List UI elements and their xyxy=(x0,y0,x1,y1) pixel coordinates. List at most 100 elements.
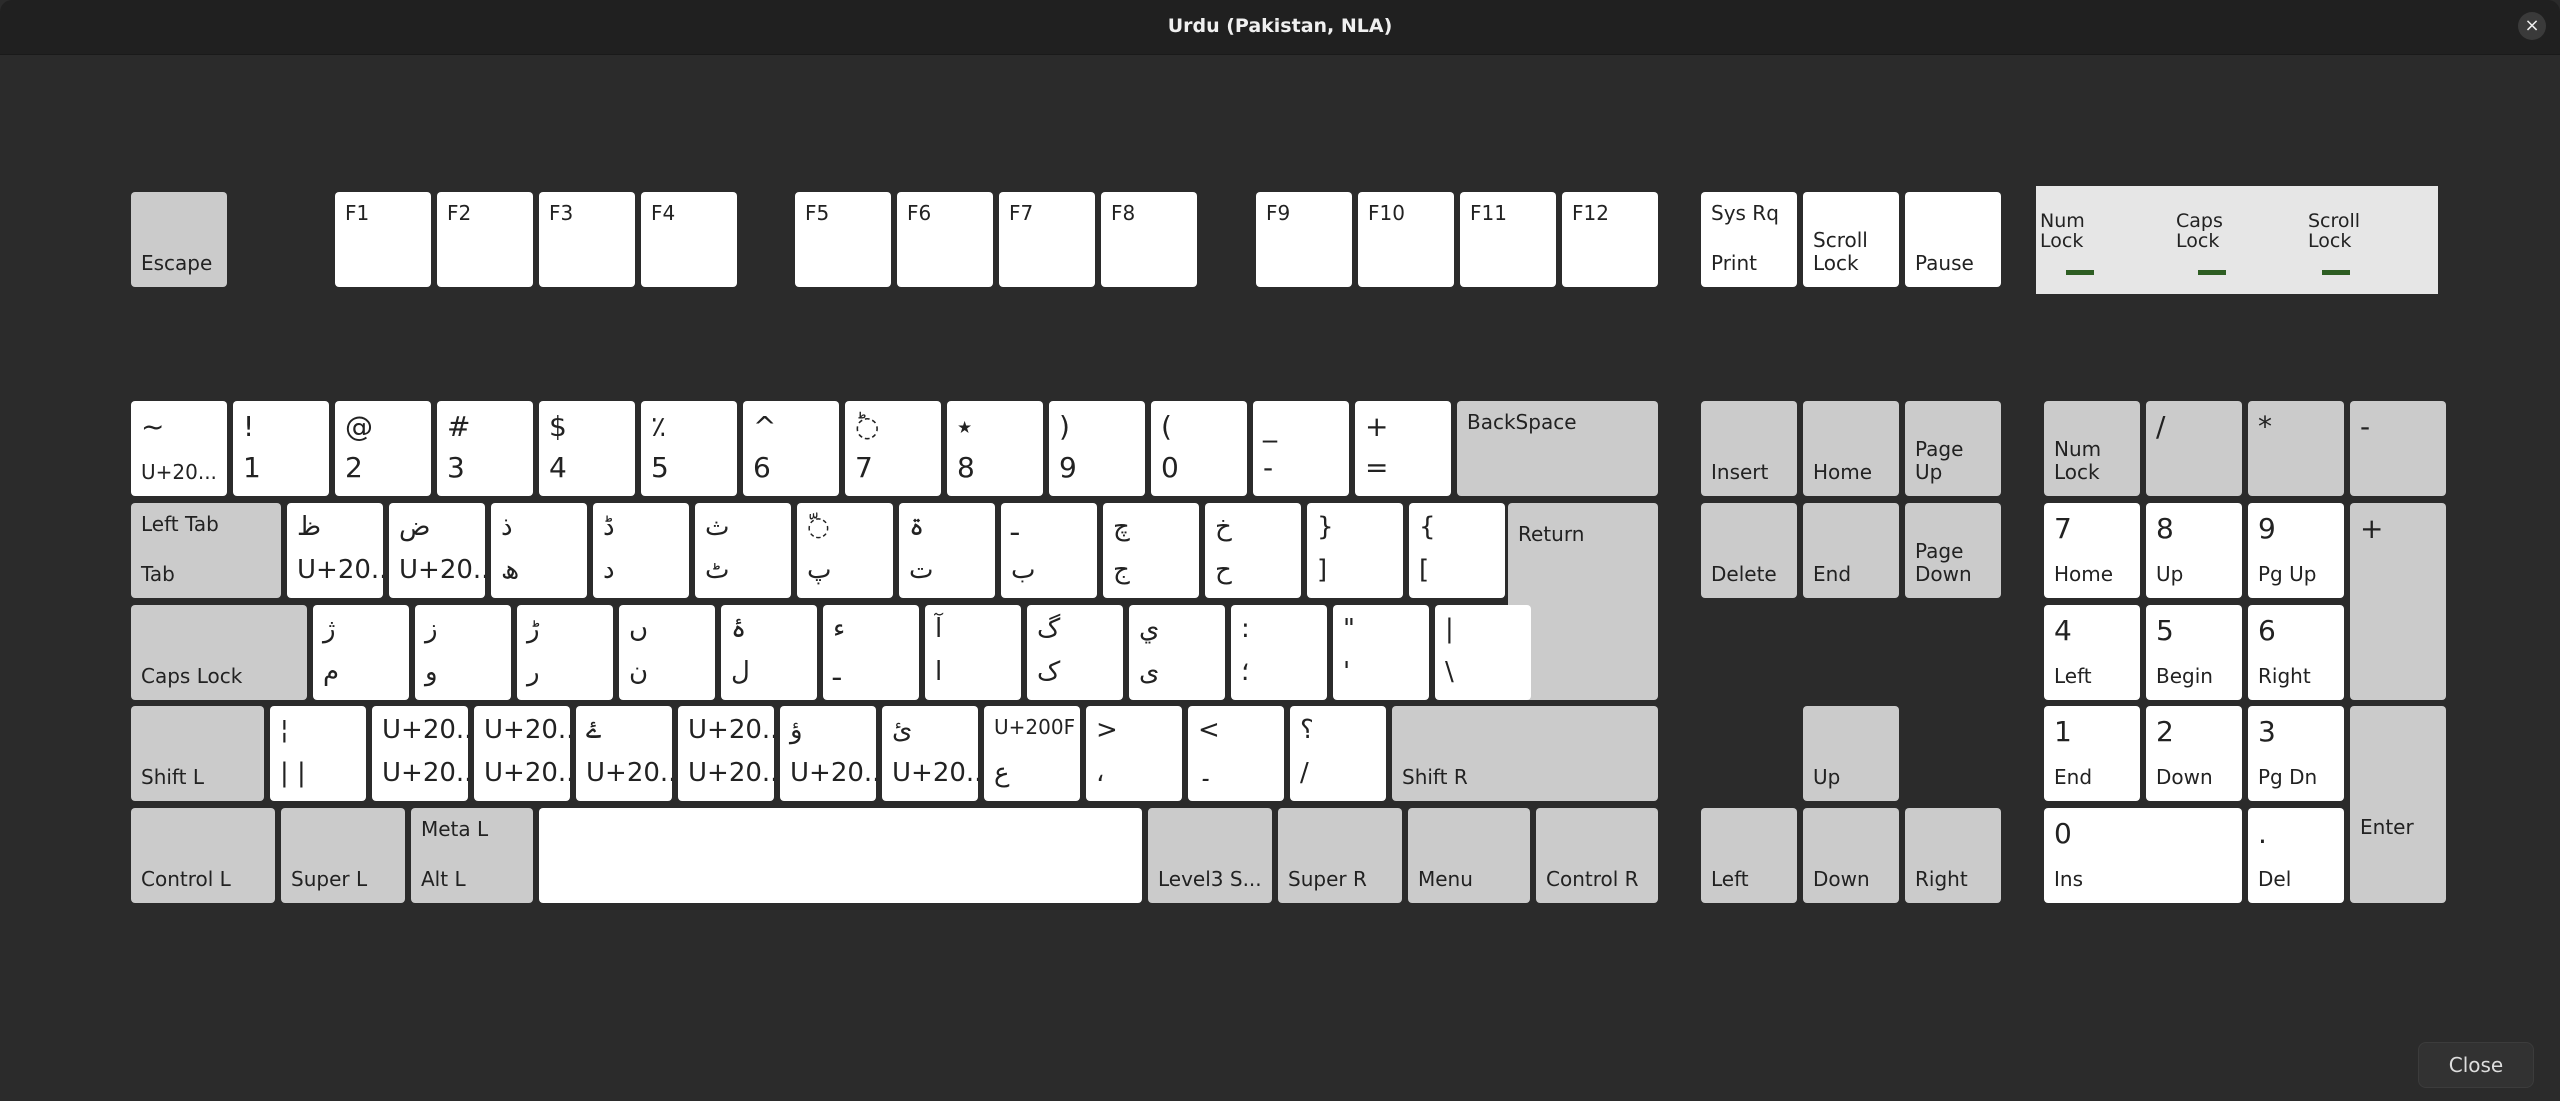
end-key[interactable]: End xyxy=(1803,503,1899,598)
z-row-key[interactable]: ؤ U+20... xyxy=(780,706,876,801)
z-row-key[interactable]: ئ U+20... xyxy=(882,706,978,801)
control-r-key[interactable]: Control R xyxy=(1536,808,1658,903)
f1-key[interactable]: F1 xyxy=(335,192,431,287)
f8-key[interactable]: F8 xyxy=(1101,192,1197,287)
insert-key[interactable]: Insert xyxy=(1701,401,1797,496)
tab-key[interactable]: Left Tab Tab xyxy=(131,503,281,598)
f11-key[interactable]: F11 xyxy=(1460,192,1556,287)
shift-r-key[interactable]: Shift R xyxy=(1392,706,1658,801)
kp-enter-key[interactable]: Enter xyxy=(2350,706,2446,903)
z-row-key[interactable]: ۓ U+20... xyxy=(576,706,672,801)
z-row-key[interactable]: ¦ | | xyxy=(270,706,366,801)
level3-shift-key[interactable]: Level3 S... xyxy=(1148,808,1272,903)
kp-numlock-key[interactable]: Num Lock xyxy=(2044,401,2140,496)
scroll-lock-key[interactable]: Scroll Lock xyxy=(1803,192,1899,287)
kp9-key[interactable]: 9 Pg Up xyxy=(2248,503,2344,598)
page-up-key[interactable]: Page Up xyxy=(1905,401,2001,496)
kp3-key[interactable]: 3 Pg Dn xyxy=(2248,706,2344,801)
a-row-key[interactable]: ڑر xyxy=(517,605,613,700)
kp2-key[interactable]: 2 Down xyxy=(2146,706,2242,801)
q-row-key[interactable]: ـب xyxy=(1001,503,1097,598)
kp-plus-key[interactable]: + xyxy=(2350,503,2446,700)
close-button[interactable]: Close xyxy=(2418,1042,2534,1088)
number-row-key[interactable]: ◌ؕ 7 xyxy=(845,401,941,496)
f9-key[interactable]: F9 xyxy=(1256,192,1352,287)
space-key[interactable] xyxy=(539,808,1142,903)
q-row-key[interactable]: ◌ّ پ xyxy=(797,503,893,598)
a-row-key[interactable]: ۂل xyxy=(721,605,817,700)
kp-multiply-key[interactable]: * xyxy=(2248,401,2344,496)
right-arrow-key[interactable]: Right xyxy=(1905,808,2001,903)
f2-key[interactable]: F2 xyxy=(437,192,533,287)
kp6-key[interactable]: 6 Right xyxy=(2248,605,2344,700)
f4-key[interactable]: F4 xyxy=(641,192,737,287)
a-row-key[interactable]: | \ xyxy=(1435,605,1531,700)
kp1-key[interactable]: 1 End xyxy=(2044,706,2140,801)
menu-key[interactable]: Menu xyxy=(1408,808,1530,903)
escape-key[interactable]: Escape xyxy=(131,192,227,287)
number-row-key[interactable]: #3 xyxy=(437,401,533,496)
page-down-key[interactable]: Page Down xyxy=(1905,503,2001,598)
kp0-key[interactable]: 0 Ins xyxy=(2044,808,2242,903)
number-row-key[interactable]: ! 1 xyxy=(233,401,329,496)
q-row-key[interactable]: ڈد xyxy=(593,503,689,598)
q-row-key[interactable]: ۃت xyxy=(899,503,995,598)
kp8-key[interactable]: 8 Up xyxy=(2146,503,2242,598)
number-row-key[interactable]: ٭ 8 xyxy=(947,401,1043,496)
number-row-key[interactable]: ^ 6 xyxy=(743,401,839,496)
a-row-key[interactable]: : ؛ xyxy=(1231,605,1327,700)
number-row-key[interactable]: (0 xyxy=(1151,401,1247,496)
caps-lock-key[interactable]: Caps Lock xyxy=(131,605,307,700)
number-row-key[interactable]: _ - xyxy=(1253,401,1349,496)
a-row-key[interactable]: ژم xyxy=(313,605,409,700)
kp5-key[interactable]: 5 Begin xyxy=(2146,605,2242,700)
kp7-key[interactable]: 7 Home xyxy=(2044,503,2140,598)
backspace-key[interactable]: BackSpace xyxy=(1457,401,1658,496)
z-row-key[interactable]: < ۔ xyxy=(1188,706,1284,801)
f10-key[interactable]: F10 xyxy=(1358,192,1454,287)
alt-l-key[interactable]: Meta L Alt L xyxy=(411,808,533,903)
z-row-key[interactable]: U+20... U+20... xyxy=(474,706,570,801)
kp-minus-key[interactable]: - xyxy=(2350,401,2446,496)
down-arrow-key[interactable]: Down xyxy=(1803,808,1899,903)
f6-key[interactable]: F6 xyxy=(897,192,993,287)
q-row-key[interactable]: {[ xyxy=(1409,503,1505,598)
a-row-key[interactable]: ںن xyxy=(619,605,715,700)
f7-key[interactable]: F7 xyxy=(999,192,1095,287)
kp-divide-key[interactable]: / xyxy=(2146,401,2242,496)
z-row-key[interactable]: ؟ / xyxy=(1290,706,1386,801)
q-row-key[interactable]: ثٹ xyxy=(695,503,791,598)
super-l-key[interactable]: Super L xyxy=(281,808,405,903)
print-key[interactable]: Sys Rq Print xyxy=(1701,192,1797,287)
kp-decimal-key[interactable]: . Del xyxy=(2248,808,2344,903)
delete-key[interactable]: Delete xyxy=(1701,503,1797,598)
pause-key[interactable]: Pause xyxy=(1905,192,2001,287)
a-row-key[interactable]: گک xyxy=(1027,605,1123,700)
q-row-key[interactable]: خح xyxy=(1205,503,1301,598)
a-row-key[interactable]: زو xyxy=(415,605,511,700)
number-row-key[interactable]: $4 xyxy=(539,401,635,496)
z-row-key[interactable]: U+200F ع xyxy=(984,706,1080,801)
z-row-key[interactable]: U+20... U+20... xyxy=(372,706,468,801)
a-row-key[interactable]: آا xyxy=(925,605,1021,700)
q-row-key[interactable]: چج xyxy=(1103,503,1199,598)
number-row-key[interactable]: @2 xyxy=(335,401,431,496)
z-row-key[interactable]: U+20... U+20... xyxy=(678,706,774,801)
z-row-key[interactable]: > ، xyxy=(1086,706,1182,801)
number-row-key[interactable]: ٪ 5 xyxy=(641,401,737,496)
shift-l-key[interactable]: Shift L xyxy=(131,706,264,801)
control-l-key[interactable]: Control L xyxy=(131,808,275,903)
a-row-key[interactable]: " ' xyxy=(1333,605,1429,700)
f5-key[interactable]: F5 xyxy=(795,192,891,287)
number-row-key[interactable]: ) 9 xyxy=(1049,401,1145,496)
q-row-key[interactable]: }] xyxy=(1307,503,1403,598)
a-row-key[interactable]: يی xyxy=(1129,605,1225,700)
super-r-key[interactable]: Super R xyxy=(1278,808,1402,903)
kp4-key[interactable]: 4 Left xyxy=(2044,605,2140,700)
home-key[interactable]: Home xyxy=(1803,401,1899,496)
left-arrow-key[interactable]: Left xyxy=(1701,808,1797,903)
up-arrow-key[interactable]: Up xyxy=(1803,706,1899,801)
q-row-key[interactable]: ظ U+20... xyxy=(287,503,383,598)
a-row-key[interactable]: ءـ xyxy=(823,605,919,700)
window-close-icon[interactable]: × xyxy=(2518,12,2546,40)
